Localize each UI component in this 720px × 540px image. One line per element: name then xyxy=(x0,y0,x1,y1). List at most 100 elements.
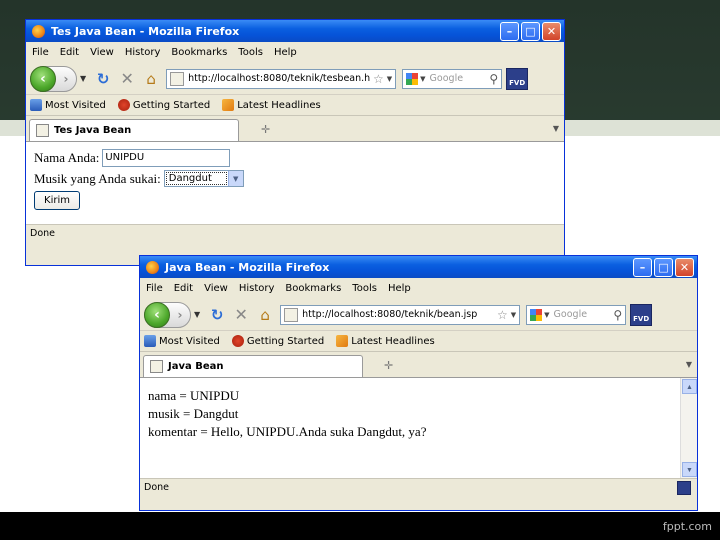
window-title: Tes Java Bean - Mozilla Firefox xyxy=(51,24,240,38)
browser-window-1: Tes Java Bean - Mozilla Firefox – □ ✕ Fi… xyxy=(25,19,565,266)
google-icon[interactable] xyxy=(406,72,419,85)
menu-help[interactable]: Help xyxy=(388,283,411,294)
menu-view[interactable]: View xyxy=(90,47,114,58)
forward-button[interactable]: › xyxy=(56,72,76,86)
back-button[interactable]: ‹ xyxy=(30,65,56,92)
url-text[interactable]: http://localhost:8080/teknik/tesbean.h xyxy=(188,73,370,84)
home-icon[interactable]: ⌂ xyxy=(139,70,163,88)
menu-file[interactable]: File xyxy=(32,47,49,58)
result-nama: nama = UNIPDU xyxy=(148,388,240,403)
fvd-status-icon[interactable] xyxy=(677,481,691,495)
menu-file[interactable]: File xyxy=(146,283,163,294)
search-bar[interactable]: ▼ Google ⚲ xyxy=(526,304,627,325)
bookmark-star-icon[interactable]: ☆ xyxy=(497,308,508,322)
minimize-button[interactable]: – xyxy=(633,257,652,277)
url-dropdown-icon[interactable]: ▼ xyxy=(511,311,516,319)
navigation-toolbar: ‹ › ▼ ↻ ✕ ⌂ http://localhost:8080/teknik… xyxy=(26,63,564,95)
result-komentar: komentar = Hello, UNIPDU.Anda suka Dangd… xyxy=(148,424,427,439)
maximize-button[interactable]: □ xyxy=(654,257,673,277)
bookmark-most-visited[interactable]: Most Visited xyxy=(30,99,106,111)
forward-button[interactable]: › xyxy=(170,308,190,322)
search-icon[interactable]: ⚲ xyxy=(613,308,622,322)
menu-tools[interactable]: Tools xyxy=(352,283,377,294)
getting-started-icon xyxy=(117,99,130,111)
bookmark-getting-started[interactable]: Getting Started xyxy=(117,99,211,111)
status-bar: Done xyxy=(26,224,564,242)
music-selected-value: Dangdut xyxy=(165,172,227,185)
list-all-tabs-icon[interactable]: ▼ xyxy=(686,360,692,369)
history-dropdown-icon[interactable]: ▼ xyxy=(194,310,200,319)
status-text: Done xyxy=(30,228,55,239)
new-tab-icon[interactable]: ✛ xyxy=(261,123,270,136)
google-icon[interactable] xyxy=(530,308,543,321)
home-icon[interactable]: ⌂ xyxy=(253,306,277,324)
tab-tes-java-bean[interactable]: Tes Java Bean xyxy=(29,119,239,141)
menu-tools[interactable]: Tools xyxy=(238,47,263,58)
site-icon xyxy=(170,71,185,86)
music-label: Musik yang Anda sukai: xyxy=(34,170,161,186)
scroll-up-icon[interactable]: ▲ xyxy=(682,379,697,394)
reload-icon[interactable]: ↻ xyxy=(205,306,229,324)
menu-history[interactable]: History xyxy=(125,47,161,58)
menu-bookmarks[interactable]: Bookmarks xyxy=(285,283,341,294)
tab-java-bean[interactable]: Java Bean xyxy=(143,355,363,377)
list-all-tabs-icon[interactable]: ▼ xyxy=(553,124,559,133)
result-musik: musik = Dangdut xyxy=(148,406,239,421)
search-input[interactable]: Google xyxy=(430,73,490,84)
bookmark-label: Getting Started xyxy=(246,335,325,347)
status-text: Done xyxy=(144,482,169,493)
bookmark-latest-headlines[interactable]: Latest Headlines xyxy=(336,335,435,347)
url-text[interactable]: http://localhost:8080/teknik/bean.jsp xyxy=(302,309,494,320)
navigation-toolbar: ‹ › ▼ ↻ ✕ ⌂ http://localhost:8080/teknik… xyxy=(140,299,697,331)
vertical-scrollbar[interactable]: ▲ ▼ xyxy=(680,378,697,478)
status-bar: Done xyxy=(140,478,697,496)
tab-page-icon xyxy=(36,124,49,137)
reload-icon[interactable]: ↻ xyxy=(91,70,115,88)
new-tab-icon[interactable]: ✛ xyxy=(384,359,393,372)
menu-bar: File Edit View History Bookmarks Tools H… xyxy=(26,42,564,63)
scroll-down-icon[interactable]: ▼ xyxy=(682,462,697,477)
search-icon[interactable]: ⚲ xyxy=(489,72,498,86)
fvd-downloader-icon[interactable]: FVD xyxy=(630,303,653,326)
search-input[interactable]: Google xyxy=(554,309,614,320)
name-input[interactable]: UNIPDU xyxy=(102,148,231,167)
menu-bookmarks[interactable]: Bookmarks xyxy=(171,47,227,58)
minimize-button[interactable]: – xyxy=(500,21,519,41)
stop-icon[interactable]: ✕ xyxy=(115,69,139,88)
submit-button[interactable]: Kirim xyxy=(34,191,80,210)
tab-strip: Tes Java Bean ✛ ▼ xyxy=(26,116,564,142)
bookmark-getting-started[interactable]: Getting Started xyxy=(231,335,325,347)
stop-icon[interactable]: ✕ xyxy=(229,305,253,324)
bookmark-latest-headlines[interactable]: Latest Headlines xyxy=(222,99,321,111)
menu-view[interactable]: View xyxy=(204,283,228,294)
menu-history[interactable]: History xyxy=(239,283,275,294)
bookmark-most-visited[interactable]: Most Visited xyxy=(144,335,220,347)
music-select[interactable]: Dangdut ▼ xyxy=(163,170,244,187)
chevron-down-icon[interactable]: ▼ xyxy=(227,171,243,186)
bookmarks-toolbar: Most Visited Getting Started Latest Head… xyxy=(26,95,564,116)
maximize-button[interactable]: □ xyxy=(521,21,540,41)
menu-edit[interactable]: Edit xyxy=(60,47,79,58)
history-dropdown-icon[interactable]: ▼ xyxy=(80,74,86,83)
close-button[interactable]: ✕ xyxy=(542,21,561,41)
bookmark-label: Getting Started xyxy=(132,99,211,111)
menu-edit[interactable]: Edit xyxy=(174,283,193,294)
url-dropdown-icon[interactable]: ▼ xyxy=(387,75,392,83)
url-bar[interactable]: http://localhost:8080/teknik/bean.jsp ☆ … xyxy=(280,304,521,325)
search-engine-dropdown-icon[interactable]: ▼ xyxy=(544,311,549,319)
fvd-downloader-icon[interactable]: FVD xyxy=(506,67,529,90)
menu-help[interactable]: Help xyxy=(274,47,297,58)
tab-strip: Java Bean ✛ ▼ xyxy=(140,352,697,378)
bookmark-star-icon[interactable]: ☆ xyxy=(373,72,384,86)
title-bar[interactable]: Tes Java Bean - Mozilla Firefox – □ ✕ xyxy=(26,20,564,42)
getting-started-icon xyxy=(231,335,244,347)
search-bar[interactable]: ▼ Google ⚲ xyxy=(402,68,503,89)
music-row: Musik yang Anda sukai: Dangdut ▼ xyxy=(34,168,556,189)
search-engine-dropdown-icon[interactable]: ▼ xyxy=(420,75,425,83)
close-button[interactable]: ✕ xyxy=(675,257,694,277)
window-title: Java Bean - Mozilla Firefox xyxy=(165,260,330,274)
title-bar[interactable]: Java Bean - Mozilla Firefox – □ ✕ xyxy=(140,256,697,278)
back-button[interactable]: ‹ xyxy=(144,301,170,328)
most-visited-icon xyxy=(30,99,42,111)
url-bar[interactable]: http://localhost:8080/teknik/tesbean.h ☆… xyxy=(166,68,397,89)
